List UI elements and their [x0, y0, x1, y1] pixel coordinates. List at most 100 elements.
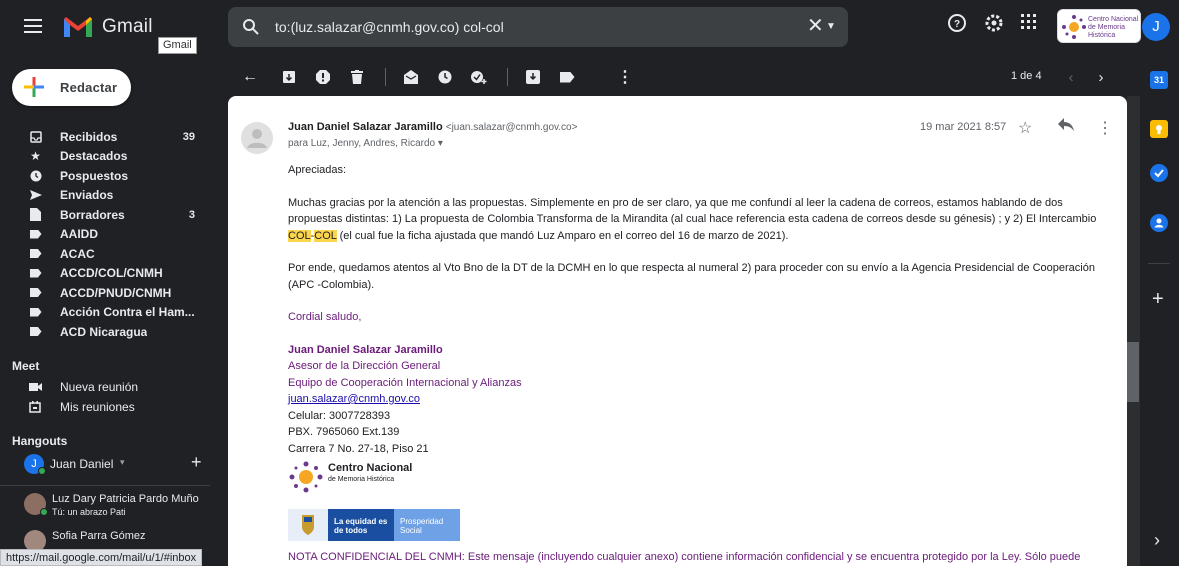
label-icon — [29, 306, 42, 319]
meet-heading: Meet — [12, 359, 40, 373]
account-avatar[interactable]: J — [1142, 13, 1170, 41]
signature-title: Asesor de la Dirección General — [288, 360, 441, 372]
sender-avatar[interactable] — [241, 122, 273, 154]
search-highlight: COL — [314, 229, 337, 242]
expand-panel-icon[interactable]: › — [1154, 530, 1160, 551]
compose-button[interactable]: Redactar — [12, 69, 131, 106]
nav-label: AAIDD — [60, 227, 98, 242]
reply-icon[interactable] — [1058, 118, 1074, 137]
label-icon — [29, 325, 42, 338]
nav-item-starred[interactable]: ★ Destacados — [0, 147, 210, 167]
contact-name: Luz Dary Patricia Pardo Muño — [52, 493, 199, 505]
label-icon[interactable] — [558, 68, 576, 86]
cnmh-logo-icon — [289, 461, 323, 493]
signature-name: Juan Daniel Salazar Jaramillo — [288, 343, 443, 356]
nav-count: 39 — [182, 130, 195, 143]
logo-line-2: de Memoria Histórica — [328, 476, 395, 483]
star-icon: ★ — [30, 149, 41, 163]
nav-label: Enviados — [60, 188, 114, 203]
mark-unread-icon[interactable] — [402, 68, 420, 86]
archive-icon[interactable] — [280, 68, 298, 86]
previous-page-icon[interactable]: ‹ — [1062, 68, 1080, 86]
government-banner: La equidad es de todos Prosperidad Socia… — [288, 509, 468, 543]
signature-email-link[interactable]: juan.salazar@cnmh.gov.co — [288, 391, 1113, 408]
calendar-icon — [29, 401, 41, 413]
nav-item-drafts[interactable]: Borradores 3 — [0, 205, 210, 225]
label-icon — [29, 247, 42, 260]
nav-item-label-acd-nicaragua[interactable]: ACD Nicaragua — [0, 322, 210, 342]
my-meetings-button[interactable]: Mis reuniones — [0, 398, 210, 418]
search-input[interactable]: to:(luz.salazar@cnmh.gov.co) col-col — [275, 19, 504, 35]
more-options-icon[interactable]: ⋮ — [616, 68, 634, 86]
confidentiality-notice: NOTA CONFIDENCIAL DEL CNMH: Este mensaje… — [288, 551, 1081, 563]
paragraph-1: Muchas gracias por la atención a las pro… — [288, 196, 1097, 242]
nav-label: Recibidos — [60, 129, 118, 144]
nav-item-label-acac[interactable]: ACAC — [0, 244, 210, 264]
more-actions-icon[interactable]: ⋮ — [1097, 118, 1113, 138]
contact-item[interactable]: Luz Dary Patricia Pardo Muño Tú: un abra… — [24, 491, 210, 521]
get-addons-icon[interactable]: + — [1152, 289, 1164, 309]
search-icon[interactable] — [242, 18, 260, 36]
scrollbar[interactable] — [1127, 96, 1140, 566]
nav-item-label-aaidd[interactable]: AAIDD — [0, 225, 210, 245]
divider — [0, 485, 210, 486]
star-email-icon[interactable]: ☆ — [1018, 118, 1032, 138]
apps-grid-icon[interactable] — [1020, 13, 1038, 31]
report-spam-icon[interactable] — [314, 68, 332, 86]
nav-list: Recibidos 39 ★ Destacados Pospuestos Env… — [0, 127, 210, 342]
person-icon — [247, 129, 267, 148]
gmail-logo[interactable]: Gmail — [62, 15, 153, 39]
move-to-icon[interactable] — [524, 68, 542, 86]
signature-phone: Celular: 3007728393 — [288, 409, 391, 422]
nav-item-sent[interactable]: Enviados — [0, 186, 210, 206]
nav-label: ACAC — [60, 246, 95, 261]
inbox-icon — [29, 130, 42, 143]
add-task-icon[interactable] — [470, 68, 488, 86]
signature-pbx: PBX. 7965060 Ext.139 — [288, 426, 400, 438]
sender-email: <juan.salazar@cnmh.gov.co> — [445, 122, 578, 133]
label-icon — [29, 267, 42, 280]
nav-label: Destacados — [60, 149, 128, 164]
keep-icon[interactable] — [1150, 120, 1168, 138]
help-icon[interactable]: ? — [947, 13, 967, 33]
search-bar[interactable]: to:(luz.salazar@cnmh.gov.co) col-col ✕ ▼ — [228, 7, 848, 47]
signature-team: Equipo de Cooperación Internacional y Al… — [288, 376, 522, 389]
online-status-icon — [38, 467, 46, 475]
nav-label: ACD Nicaragua — [60, 324, 148, 339]
sender-name[interactable]: Juan Daniel Salazar Jaramillo — [288, 121, 443, 133]
nav-item-label-accd-col[interactable]: ACCD/COL/CNMH — [0, 264, 210, 284]
user-dropdown-icon[interactable]: ▾ — [120, 457, 125, 468]
main-menu-button[interactable] — [24, 19, 42, 33]
scrollbar-thumb[interactable] — [1127, 342, 1139, 402]
tasks-icon[interactable] — [1150, 164, 1168, 182]
brand-line-1: Centro Nacional — [1088, 16, 1139, 23]
calendar-icon[interactable]: 31 — [1150, 71, 1168, 89]
delete-icon[interactable] — [348, 68, 366, 86]
new-conversation-icon[interactable]: + — [191, 452, 202, 473]
new-meeting-button[interactable]: Nueva reunión — [0, 378, 210, 398]
nav-item-inbox[interactable]: Recibidos 39 — [0, 127, 210, 147]
email-view: Juan Daniel Salazar Jaramillo <juan.sala… — [228, 96, 1127, 566]
nav-label: Acción Contra el Ham... — [60, 305, 195, 320]
organization-logo[interactable]: Centro Nacional de Memoria Histórica — [1057, 9, 1141, 43]
top-bar: Gmail Gmail to:(luz.salazar@cnmh.gov.co)… — [0, 0, 1179, 58]
signature-address: Carrera 7 No. 27-18, Piso 21 — [288, 442, 429, 455]
recipients-toggle[interactable]: para Luz, Jenny, Andres, Ricardo ▾ — [288, 138, 443, 149]
next-page-icon[interactable]: › — [1092, 68, 1110, 86]
logo-line-1: Centro Nacional — [328, 462, 413, 474]
svg-text:?: ? — [954, 19, 960, 30]
my-meetings-label: Mis reuniones — [60, 400, 135, 414]
send-icon — [29, 189, 42, 202]
nav-item-snoozed[interactable]: Pospuestos — [0, 166, 210, 186]
online-status-icon — [40, 508, 48, 516]
nav-item-label-accd-pnud[interactable]: ACCD/PNUD/CNMH — [0, 283, 210, 303]
back-arrow-icon[interactable]: ← — [241, 68, 259, 86]
hangouts-user[interactable]: J Juan Daniel ▾ + — [24, 452, 209, 476]
nav-item-label-accion-contra[interactable]: Acción Contra el Ham... — [0, 303, 210, 323]
settings-gear-icon[interactable] — [984, 13, 1004, 33]
contacts-icon[interactable] — [1150, 214, 1168, 232]
search-options-icon[interactable]: ▼ — [822, 17, 840, 36]
toolbar-divider — [385, 68, 386, 86]
snooze-clock-icon[interactable] — [436, 68, 454, 86]
nav-label: Borradores — [60, 207, 125, 222]
